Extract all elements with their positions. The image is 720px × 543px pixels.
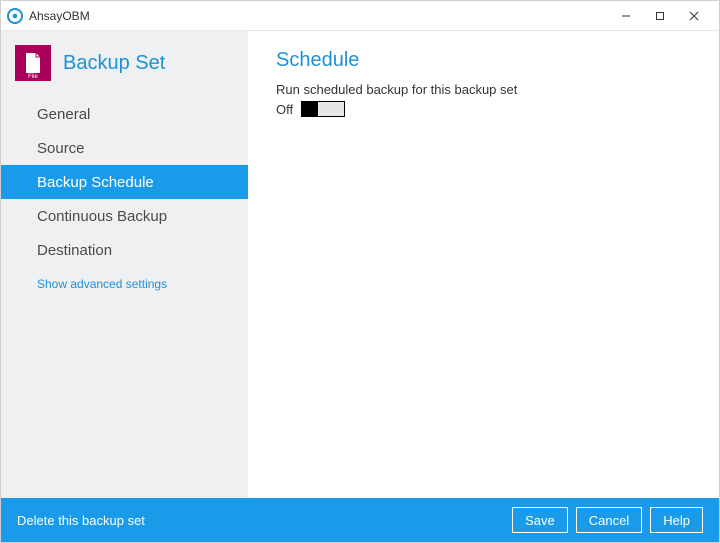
sidebar-item-label: Backup Schedule (37, 174, 154, 191)
footer: Delete this backup set Save Cancel Help (1, 498, 719, 542)
titlebar: AhsayOBM (1, 1, 719, 31)
app-logo-icon (7, 8, 23, 24)
file-icon: File (15, 45, 51, 81)
body: File Backup Set General Source Backup Sc… (1, 31, 719, 498)
show-advanced-link[interactable]: Show advanced settings (1, 267, 248, 291)
app-title: AhsayOBM (29, 9, 90, 23)
sidebar-item-backup-schedule[interactable]: Backup Schedule (1, 165, 248, 199)
sidebar-title: Backup Set (63, 52, 165, 75)
main-panel: Schedule Run scheduled backup for this b… (248, 31, 719, 498)
file-icon-label: File (15, 74, 51, 80)
app-window: AhsayOBM File Backup Set (0, 0, 720, 543)
sidebar-header: File Backup Set (1, 31, 248, 93)
save-button[interactable]: Save (512, 507, 568, 533)
sidebar-item-continuous-backup[interactable]: Continuous Backup (1, 199, 248, 233)
sidebar-items: General Source Backup Schedule Continuou… (1, 97, 248, 267)
schedule-description: Run scheduled backup for this backup set (276, 82, 691, 97)
page-title: Schedule (276, 49, 691, 72)
schedule-toggle[interactable] (301, 101, 345, 117)
help-button[interactable]: Help (650, 507, 703, 533)
sidebar-item-label: General (37, 106, 90, 123)
toggle-state-label: Off (276, 102, 293, 117)
close-button[interactable] (677, 4, 711, 28)
sidebar: File Backup Set General Source Backup Sc… (1, 31, 248, 498)
delete-backup-link[interactable]: Delete this backup set (17, 513, 145, 528)
sidebar-item-general[interactable]: General (1, 97, 248, 131)
minimize-button[interactable] (609, 4, 643, 28)
sidebar-item-label: Destination (37, 242, 112, 259)
maximize-button[interactable] (643, 4, 677, 28)
cancel-button[interactable]: Cancel (576, 507, 642, 533)
sidebar-item-source[interactable]: Source (1, 131, 248, 165)
sidebar-item-label: Continuous Backup (37, 208, 167, 225)
toggle-knob (302, 102, 318, 116)
sidebar-item-destination[interactable]: Destination (1, 233, 248, 267)
schedule-toggle-row: Off (276, 101, 691, 117)
sidebar-item-label: Source (37, 140, 85, 157)
